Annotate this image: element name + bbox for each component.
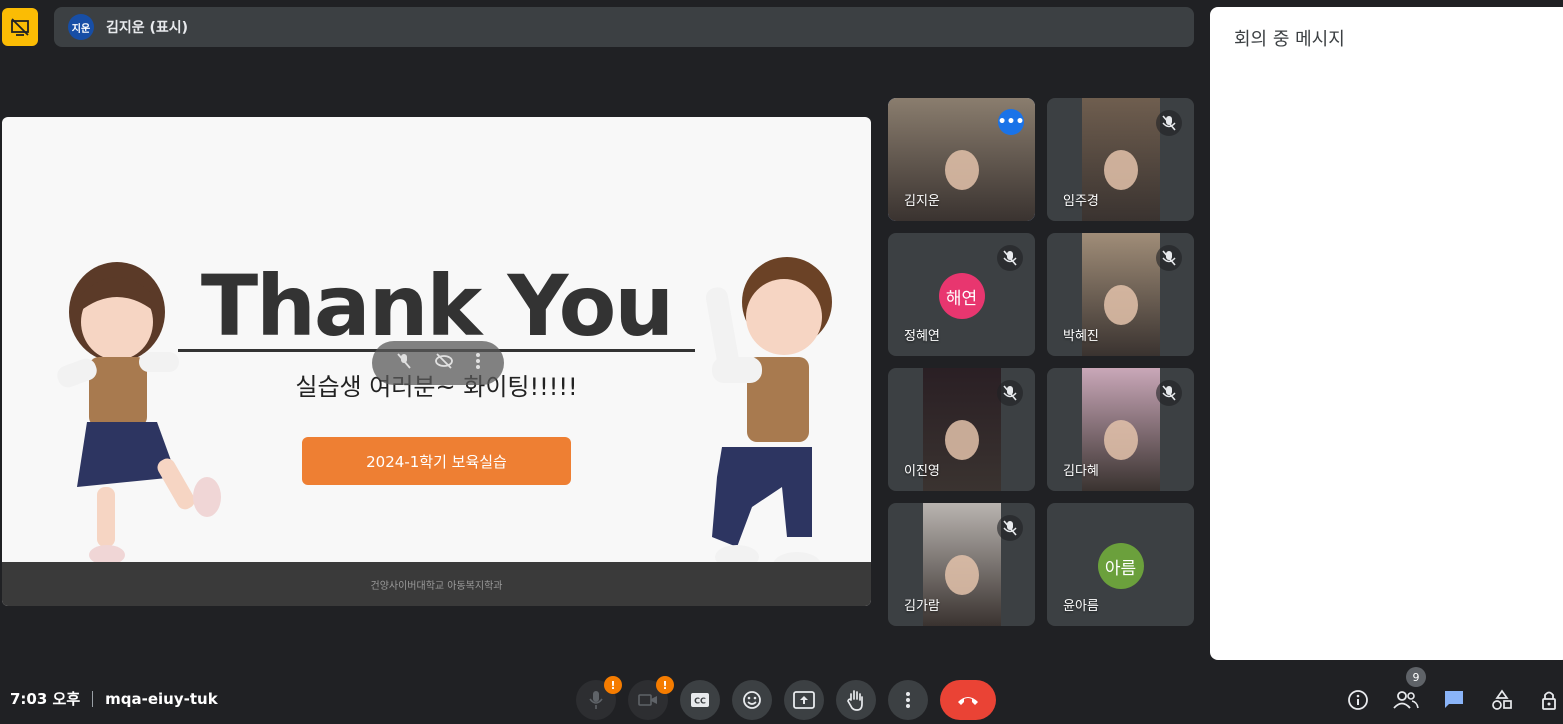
- presentation-off-icon: [11, 18, 29, 36]
- more-options-button[interactable]: [888, 680, 928, 720]
- participant-face: [944, 554, 979, 595]
- chat-button[interactable]: [1438, 684, 1470, 716]
- more-vert-icon[interactable]: [475, 352, 481, 374]
- captions-button[interactable]: CC: [680, 680, 720, 720]
- emoji-reactions-button[interactable]: [732, 680, 772, 720]
- mic-off-icon[interactable]: [395, 352, 413, 374]
- shared-slide: Thank You 실습생 여러분~ 화이팅!!!!! 2024-1학기 보육실…: [2, 117, 871, 606]
- mic-off-icon: [997, 245, 1023, 271]
- participant-avatar: 해연: [938, 273, 985, 319]
- participant-tile[interactable]: 박혜진: [1047, 233, 1194, 356]
- participant-face: [944, 149, 979, 190]
- meeting-code: mqa-eiuy-tuk: [105, 689, 218, 708]
- slide-course-label: 2024-1학기 보육실습: [302, 437, 571, 485]
- meeting-details-button[interactable]: [1342, 684, 1374, 716]
- leave-call-button[interactable]: [940, 680, 996, 720]
- activities-button[interactable]: [1486, 684, 1518, 716]
- presenter-label: 김지운 (표시): [106, 20, 189, 36]
- participant-name: 임주경: [1063, 194, 1099, 209]
- microphone-button[interactable]: !: [576, 676, 622, 720]
- raise-hand-button[interactable]: [836, 680, 876, 720]
- people-button[interactable]: [1390, 684, 1422, 716]
- participant-name: 이진영: [904, 464, 940, 479]
- mic-warning-badge: !: [604, 676, 622, 694]
- mic-off-icon: [1156, 245, 1182, 271]
- eye-off-icon[interactable]: [434, 352, 454, 374]
- participant-tile[interactable]: 김가람: [888, 503, 1035, 626]
- presentation-overlay-controls: [372, 341, 504, 385]
- slide-footer: 건양사이버대학교 아동복지학과: [2, 562, 871, 606]
- mic-off-icon: [1156, 110, 1182, 136]
- more-vert-icon: [906, 692, 910, 708]
- participant-name: 윤아름: [1063, 599, 1099, 614]
- participant-face: [1103, 419, 1138, 460]
- chat-icon: [1445, 691, 1463, 708]
- participant-name: 김다혜: [1063, 464, 1099, 479]
- camera-button[interactable]: !: [628, 676, 674, 720]
- mic-icon: [589, 691, 603, 709]
- participant-face: [1103, 149, 1138, 190]
- people-icon: [1393, 691, 1419, 709]
- present-screen-button[interactable]: [784, 680, 824, 720]
- participant-face: [944, 419, 979, 460]
- more-options-icon[interactable]: •••: [998, 109, 1024, 135]
- participant-face: [1103, 284, 1138, 325]
- closed-captions-icon: CC: [691, 693, 709, 707]
- participant-name: 김가람: [904, 599, 940, 614]
- presenter-avatar: 지운: [68, 14, 94, 40]
- participant-name: 박혜진: [1063, 329, 1099, 344]
- participant-tile[interactable]: 임주경: [1047, 98, 1194, 221]
- chat-panel: 회의 중 메시지: [1210, 7, 1563, 660]
- participant-avatar: 아름: [1097, 543, 1144, 589]
- hand-icon: [847, 690, 863, 711]
- mic-off-icon: [997, 380, 1023, 406]
- shapes-icon: [1492, 689, 1512, 710]
- participant-tile[interactable]: 김다혜: [1047, 368, 1194, 491]
- participant-tile[interactable]: ••• 김지운: [888, 98, 1035, 221]
- participant-tile[interactable]: 이진영: [888, 368, 1035, 491]
- presenter-bar: 지운 김지운 (표시): [54, 7, 1194, 47]
- emoji-icon: [743, 691, 761, 709]
- meeting-info-separator: [92, 690, 94, 707]
- meeting-info: 7:03 오후 mqa-eiuy-tuk: [10, 688, 218, 709]
- meeting-time: 7:03 오후: [10, 690, 81, 708]
- camera-icon: [638, 694, 657, 706]
- participant-name: 김지운: [904, 194, 940, 209]
- participant-name: 정혜연: [904, 329, 940, 344]
- host-controls-button[interactable]: [1534, 684, 1563, 716]
- presentation-icon-button[interactable]: [2, 8, 38, 46]
- participant-tile[interactable]: 아름윤아름: [1047, 503, 1194, 626]
- present-to-all-icon: [793, 691, 815, 709]
- chat-panel-title: 회의 중 메시지: [1234, 29, 1345, 50]
- svg-text:CC: CC: [694, 697, 706, 706]
- mic-off-icon: [1156, 380, 1182, 406]
- call-end-icon: [958, 697, 978, 705]
- info-icon: [1348, 690, 1368, 710]
- mic-off-icon: [997, 515, 1023, 541]
- participant-tile[interactable]: 해연정혜연: [888, 233, 1035, 356]
- camera-warning-badge: !: [656, 676, 674, 694]
- lock-person-icon: [1542, 691, 1556, 710]
